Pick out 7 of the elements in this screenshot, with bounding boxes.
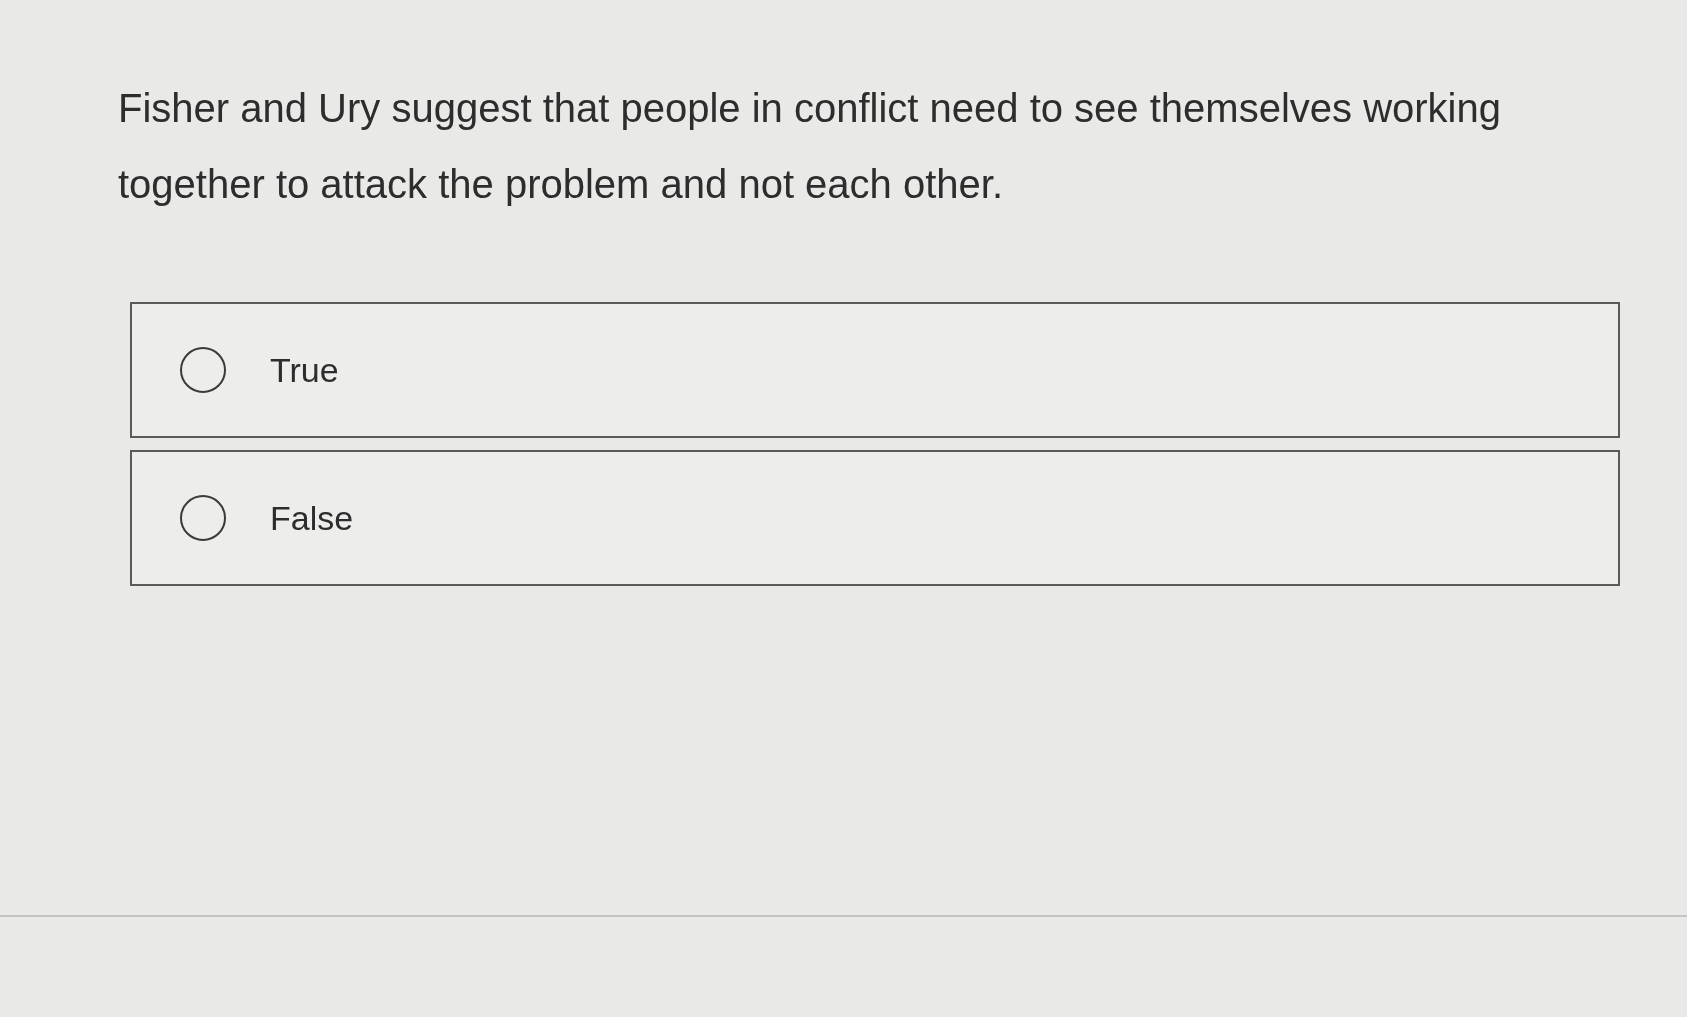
radio-button[interactable] <box>180 495 226 541</box>
answer-option[interactable]: False <box>130 450 1620 586</box>
radio-button[interactable] <box>180 347 226 393</box>
option-label: False <box>270 497 354 539</box>
option-label: True <box>270 349 339 391</box>
answer-option[interactable]: True <box>130 302 1620 438</box>
question-text: Fisher and Ury suggest that people in conflict need to see themselves working together to attack the problem and not each other. <box>118 85 1502 208</box>
